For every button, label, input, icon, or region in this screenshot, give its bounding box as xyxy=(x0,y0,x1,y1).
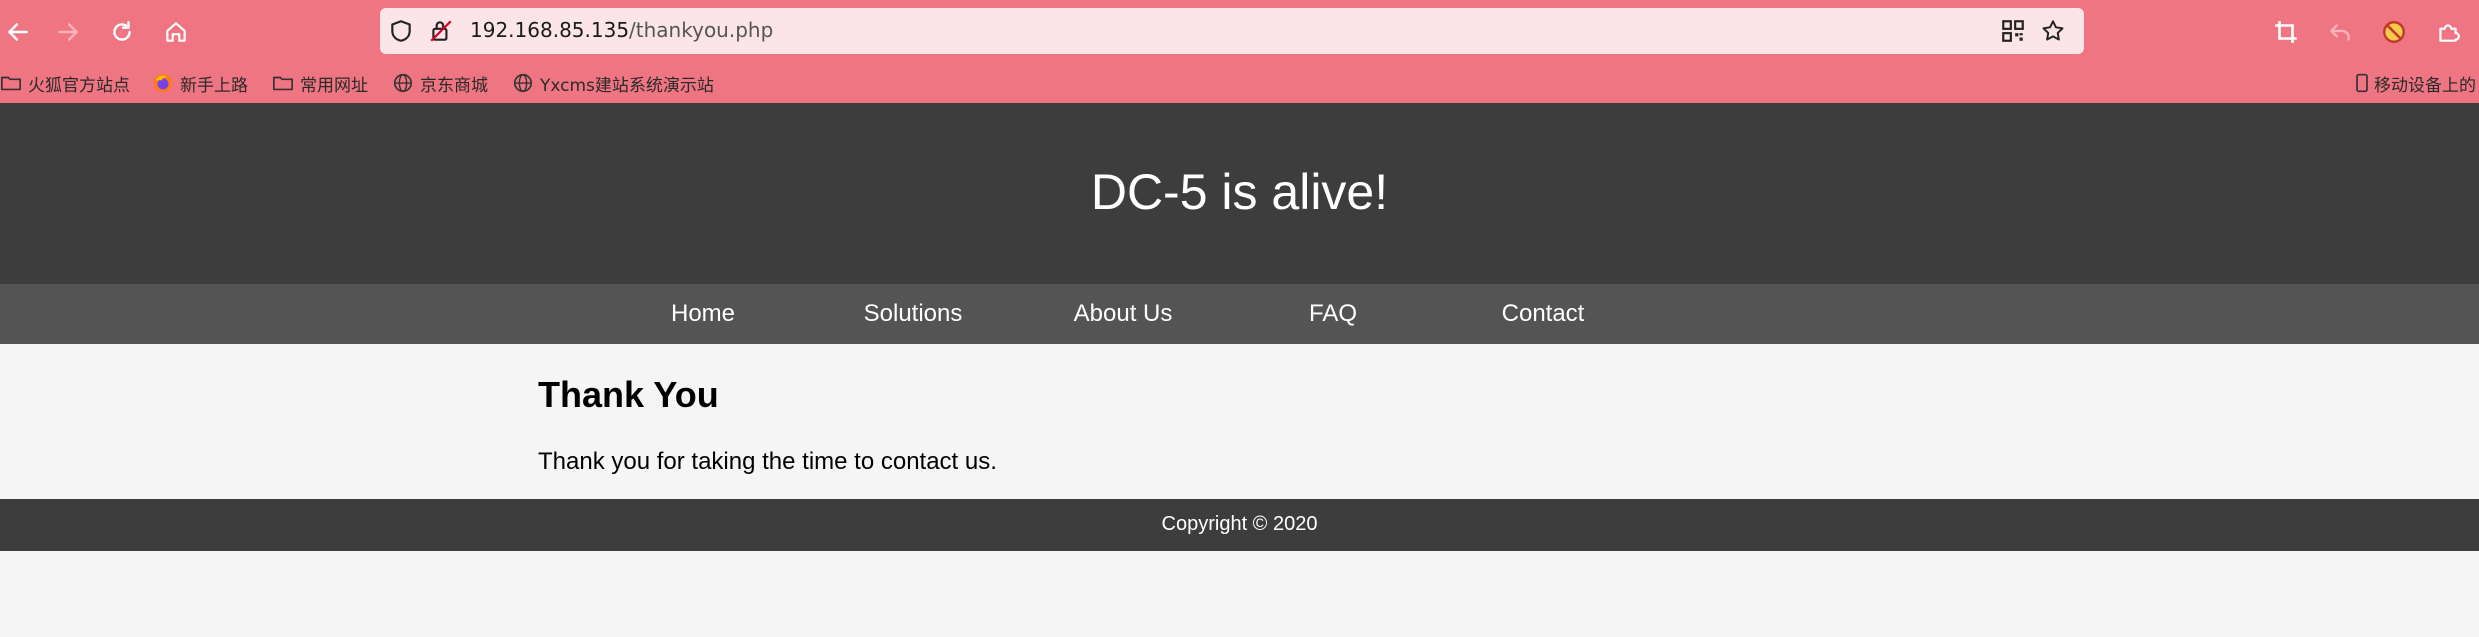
block-icon xyxy=(2383,21,2405,43)
browser-chrome: 192.168.85.135/thankyou.php 火狐官方站点 新手上路 … xyxy=(0,0,2479,103)
extensions-button[interactable] xyxy=(2430,14,2466,50)
reload-button[interactable] xyxy=(104,14,140,50)
url-host: 192.168.85.135 xyxy=(470,18,630,42)
browser-toolbar: 192.168.85.135/thankyou.php xyxy=(0,0,2479,64)
folder-icon xyxy=(273,76,293,91)
shield-icon[interactable] xyxy=(386,16,416,46)
page-heading: Thank You xyxy=(538,374,719,415)
mobile-bookmarks-label: 移动设备上的 xyxy=(2374,75,2476,96)
copyright-text: Copyright © 2020 xyxy=(1161,513,1318,535)
site-footer: Copyright © 2020 xyxy=(0,499,2479,551)
bookmark-star-icon[interactable] xyxy=(2038,16,2068,46)
bookmark-label: Yxcms建站系统演示站 xyxy=(540,75,714,96)
firefox-icon xyxy=(153,73,173,93)
bookmark-label: 新手上路 xyxy=(180,75,248,96)
globe-icon xyxy=(513,73,533,93)
bookmark-item[interactable]: 新手上路 xyxy=(152,70,248,96)
address-bar[interactable]: 192.168.85.135/thankyou.php xyxy=(380,8,2084,54)
thank-you-message: Thank you for taking the time to contact… xyxy=(538,448,997,475)
bookmark-item[interactable]: 火狐官方站点 xyxy=(0,70,130,96)
bookmark-item[interactable]: 京东商城 xyxy=(392,70,488,96)
bookmarks-bar: 火狐官方站点 新手上路 常用网址 京东商城 Yxcms建站系统演示站 移动设备上… xyxy=(0,64,2479,102)
insecure-lock-icon[interactable] xyxy=(426,16,456,46)
url-path: /thankyou.php xyxy=(629,18,774,42)
crop-button[interactable] xyxy=(2268,14,2304,50)
nav-about-us[interactable]: About Us xyxy=(1074,300,1173,328)
forward-arrow-icon xyxy=(58,23,78,41)
mobile-bookmarks[interactable]: 移动设备上的 xyxy=(2352,70,2476,96)
nav-faq[interactable]: FAQ xyxy=(1309,300,1357,328)
bookmark-item[interactable]: 常用网址 xyxy=(272,70,368,96)
site-nav: Home Solutions About Us FAQ Contact xyxy=(0,284,2479,344)
nav-home[interactable]: Home xyxy=(671,300,735,328)
undo-icon xyxy=(2330,24,2350,41)
bookmark-label: 京东商城 xyxy=(420,75,488,96)
crop-icon xyxy=(2275,21,2297,43)
mobile-device-icon xyxy=(2356,73,2368,93)
globe-icon xyxy=(393,73,413,93)
url-text[interactable]: 192.168.85.135/thankyou.php xyxy=(470,18,773,42)
back-button[interactable] xyxy=(0,14,36,50)
folder-icon xyxy=(1,76,21,91)
nav-contact[interactable]: Contact xyxy=(1502,300,1585,328)
reload-icon xyxy=(113,21,131,41)
bookmark-item[interactable]: Yxcms建站系统演示站 xyxy=(512,70,714,96)
bookmark-label: 常用网址 xyxy=(300,75,368,96)
nav-solutions[interactable]: Solutions xyxy=(864,300,963,328)
back-arrow-icon xyxy=(8,23,28,41)
qr-code-icon[interactable] xyxy=(1998,16,2028,46)
site-header: DC-5 is alive! xyxy=(0,103,2479,284)
bookmark-label: 火狐官方站点 xyxy=(28,75,130,96)
home-button[interactable] xyxy=(158,14,194,50)
extensions-icon xyxy=(2439,24,2460,42)
site-title: DC-5 is alive! xyxy=(1090,164,1389,220)
forward-button[interactable] xyxy=(50,14,86,50)
home-icon xyxy=(166,22,186,42)
undo-button[interactable] xyxy=(2322,14,2358,50)
block-button[interactable] xyxy=(2376,14,2412,50)
